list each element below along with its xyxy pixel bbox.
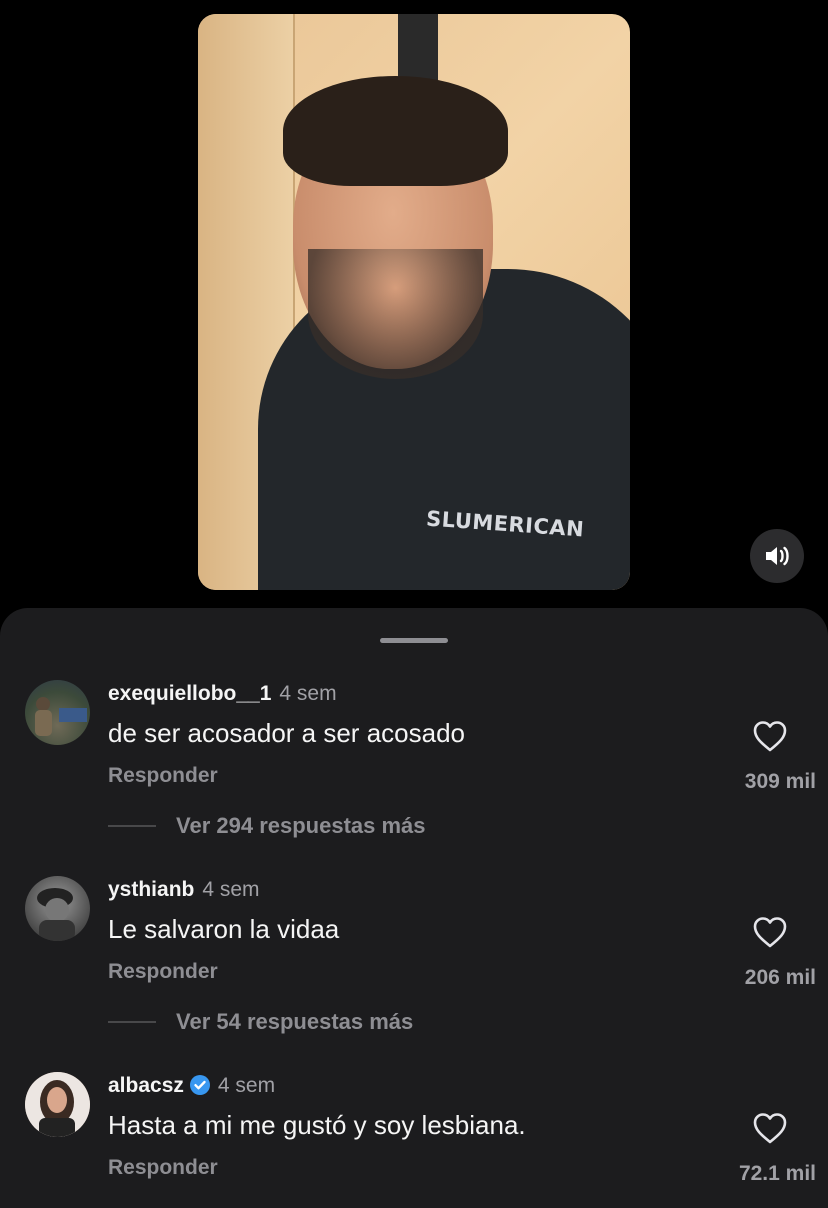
comment-username[interactable]: albacsz	[108, 1074, 184, 1097]
heart-icon[interactable]	[752, 719, 788, 753]
view-replies-label: Ver 54 respuestas más	[176, 1009, 414, 1034]
divider-line	[108, 1021, 156, 1023]
avatar[interactable]	[25, 680, 90, 745]
avatar[interactable]	[25, 1072, 90, 1137]
view-replies-button[interactable]: Ver 54 respuestas más	[108, 1009, 413, 1035]
door-rail	[398, 14, 438, 84]
sheet-drag-handle[interactable]	[380, 638, 448, 643]
avatar-image	[25, 1072, 90, 1137]
comment-time: 4 sem	[279, 682, 337, 705]
divider-line	[108, 825, 156, 827]
like-count: 206 mil	[744, 966, 816, 989]
reply-button[interactable]: Responder	[108, 960, 218, 984]
comment-username[interactable]: exequiellobo__1	[108, 682, 271, 705]
comment-time: 4 sem	[217, 1074, 276, 1097]
comment-text: de ser acosador a ser acosado	[108, 718, 465, 748]
comment-time: 4 sem	[202, 878, 260, 901]
reply-button[interactable]: Responder	[108, 1156, 218, 1180]
like-count: 309 mil	[744, 770, 816, 793]
view-replies-button[interactable]: Ver 294 respuestas más	[108, 813, 426, 839]
avatar[interactable]	[25, 876, 90, 941]
reply-button[interactable]: Responder	[108, 764, 218, 788]
speaker-icon	[766, 546, 789, 566]
avatar-image	[35, 697, 87, 736]
sound-toggle-button[interactable]	[750, 529, 804, 583]
verified-badge-icon	[189, 1075, 210, 1095]
comment-text: Hasta a mi me gustó y soy lesbiana.	[108, 1110, 526, 1140]
heart-icon[interactable]	[752, 1111, 788, 1145]
comment-username[interactable]: ysthianb	[108, 878, 194, 901]
avatar-image	[37, 888, 75, 941]
comment-text: Le salvaron la vidaa	[108, 914, 340, 944]
person-hair	[283, 76, 508, 186]
comments-sheet: exequiellobo__1 4 sem de ser acosador a s…	[0, 608, 828, 1208]
like-count: 72.1 mil	[738, 1162, 816, 1185]
video-player[interactable]: SLUMERICAN	[198, 14, 630, 590]
person-beard	[308, 249, 483, 379]
heart-icon[interactable]	[752, 915, 788, 949]
view-replies-label: Ver 294 respuestas más	[176, 813, 426, 838]
